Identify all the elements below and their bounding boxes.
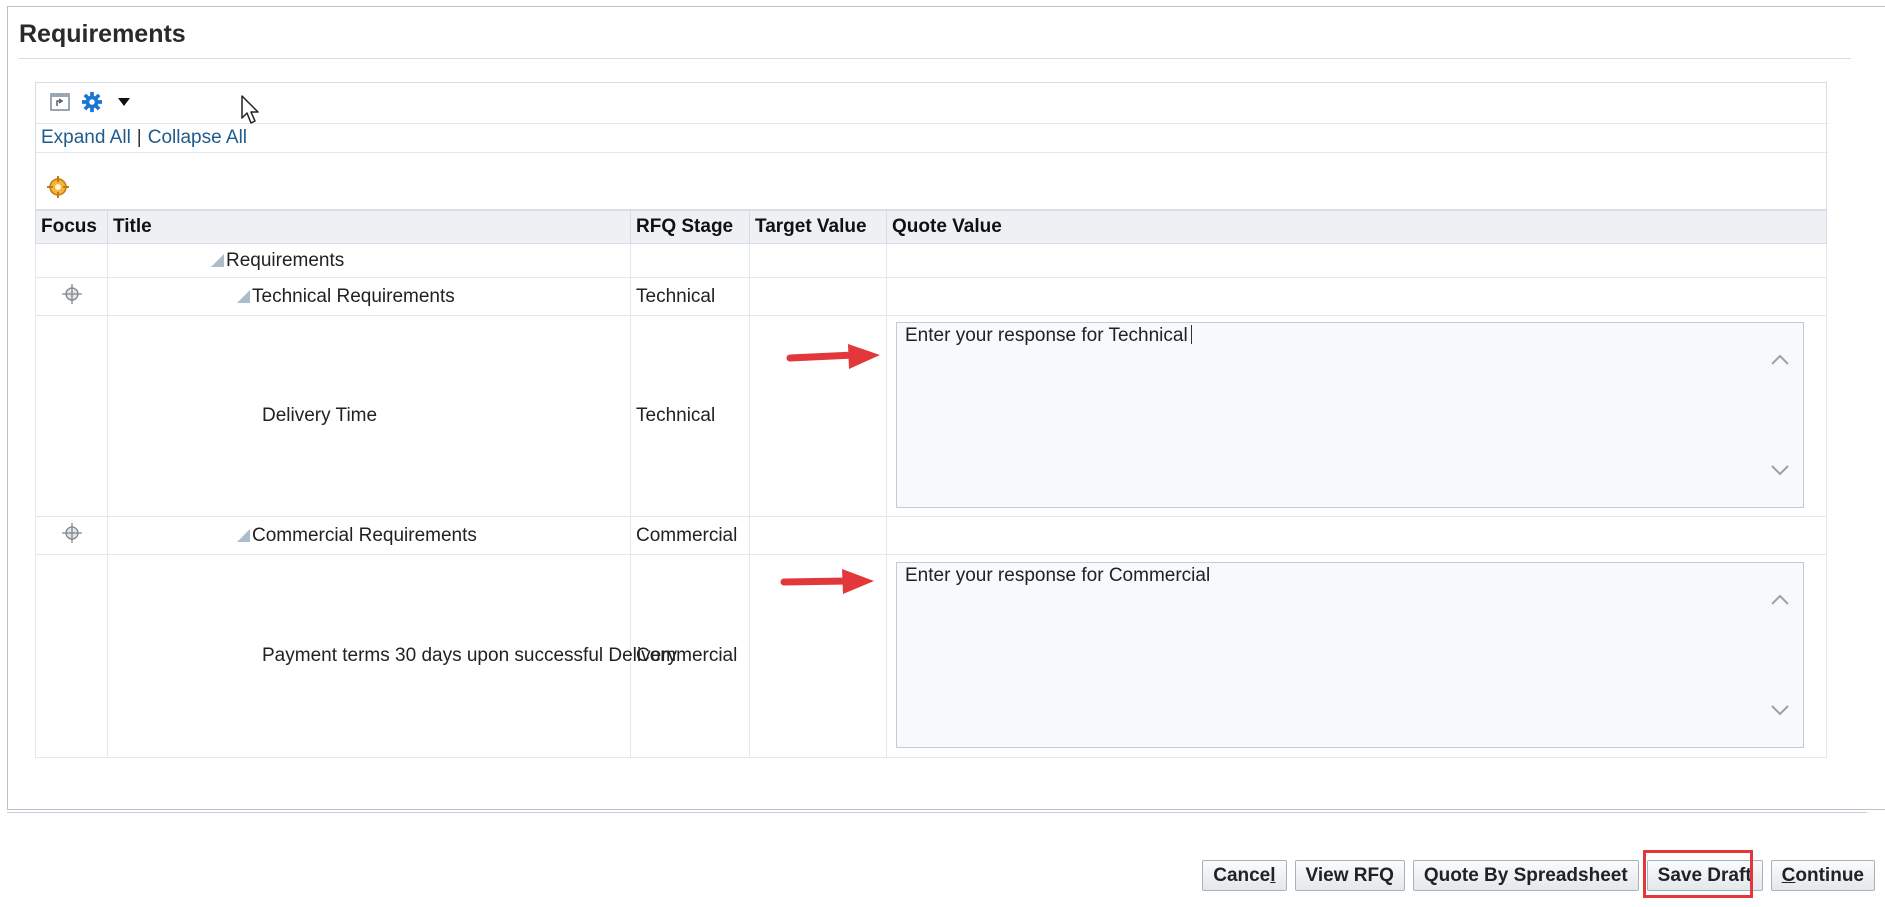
continue-button[interactable]: Continue: [1770, 860, 1875, 891]
focus-cell: [35, 243, 108, 278]
tree-table-panel: Expand All | Collapse All: [35, 82, 1828, 210]
target-cell: [749, 516, 887, 555]
stage-cell: Commercial: [630, 554, 750, 758]
caret-down-icon[interactable]: [113, 91, 135, 113]
textarea-value: Enter your response for Commercial: [905, 565, 1211, 586]
detach-icon[interactable]: [49, 91, 71, 113]
stage-cell: Technical: [630, 315, 750, 517]
requirements-table: Focus Title RFQ Stage Target Value Quote…: [35, 210, 1827, 758]
link-separator: |: [136, 127, 142, 148]
quote-by-spreadsheet-button[interactable]: Quote By Spreadsheet: [1412, 860, 1639, 891]
table-row: Requirements: [35, 243, 1827, 278]
focus-cell: [35, 315, 108, 517]
toolbar: [49, 87, 135, 117]
stage-cell: [630, 243, 750, 278]
quote-cell: Enter your response for Commercial: [886, 554, 1827, 758]
collapse-triangle-icon[interactable]: [237, 289, 250, 303]
gear-icon[interactable]: [81, 91, 103, 113]
focus-cell: [35, 554, 108, 758]
scroll-down-icon[interactable]: [1771, 465, 1789, 477]
textarea-value: Enter your response for Technical: [905, 325, 1192, 347]
quote-cell: [886, 516, 1827, 555]
table-row: Technical Requirements Technical: [35, 277, 1827, 316]
stage-cell: Technical: [630, 277, 750, 316]
collapse-triangle-icon[interactable]: [237, 528, 250, 542]
focus-root-icon[interactable]: [46, 175, 70, 205]
table-header-row: Focus Title RFQ Stage Target Value Quote…: [35, 210, 1827, 244]
column-header-rfq-stage[interactable]: RFQ Stage: [630, 210, 750, 244]
quote-cell: [886, 277, 1827, 316]
column-header-title[interactable]: Title: [107, 210, 631, 244]
save-draft-button[interactable]: Save Draft: [1646, 860, 1763, 891]
target-cell: [749, 243, 887, 278]
title-cell: Delivery Time: [107, 315, 631, 517]
scroll-up-icon[interactable]: [1771, 593, 1789, 605]
cancel-button[interactable]: Cance l: [1202, 860, 1287, 891]
expand-collapse-links: Expand All | Collapse All: [36, 123, 1828, 153]
focus-cell: [35, 516, 108, 555]
scroll-up-icon[interactable]: [1771, 353, 1789, 365]
annotation-arrow-icon: [780, 569, 874, 594]
focus-cell: [35, 277, 108, 316]
row-title: Commercial Requirements: [252, 524, 477, 546]
commercial-response-textarea[interactable]: Enter your response for Commercial: [896, 562, 1804, 748]
table-row: Commercial Requirements Commercial: [35, 516, 1827, 555]
action-buttons: Cance l View RFQ Quote By Spreadsheet Sav…: [1202, 860, 1875, 891]
column-header-quote-value[interactable]: Quote Value: [886, 210, 1827, 244]
row-title: Requirements: [226, 249, 345, 271]
mouse-pointer-icon: [241, 95, 259, 124]
row-title: Technical Requirements: [252, 285, 455, 307]
text-caret: [1190, 325, 1192, 344]
title-cell: Payment terms 30 days upon successful De…: [107, 554, 677, 758]
quote-cell: [886, 243, 1827, 278]
table-row: Delivery Time Technical Enter your respo…: [35, 315, 1827, 517]
title-cell: Commercial Requirements: [107, 516, 631, 555]
table-row: Payment terms 30 days upon successful De…: [35, 554, 1827, 758]
scroll-down-icon[interactable]: [1771, 705, 1789, 717]
title-cell: Requirements: [107, 243, 631, 278]
quote-cell: Enter your response for Technical: [886, 315, 1827, 517]
section-title: Requirements: [19, 20, 186, 48]
annotation-arrow-icon: [786, 344, 880, 369]
column-header-target-value[interactable]: Target Value: [749, 210, 887, 244]
stage-cell: Commercial: [630, 516, 750, 555]
view-rfq-button[interactable]: View RFQ: [1294, 860, 1405, 891]
crosshair-icon[interactable]: [60, 282, 84, 306]
expand-all-link[interactable]: Expand All: [41, 127, 131, 149]
column-header-focus[interactable]: Focus: [35, 210, 108, 244]
crosshair-icon[interactable]: [60, 521, 84, 545]
target-cell: [749, 277, 887, 316]
collapse-all-link[interactable]: Collapse All: [148, 127, 247, 149]
title-divider: [19, 58, 1851, 59]
footer-divider: [7, 812, 1867, 813]
title-cell: Technical Requirements: [107, 277, 631, 316]
technical-response-textarea[interactable]: Enter your response for Technical: [896, 322, 1804, 508]
collapse-triangle-icon[interactable]: [211, 253, 224, 267]
